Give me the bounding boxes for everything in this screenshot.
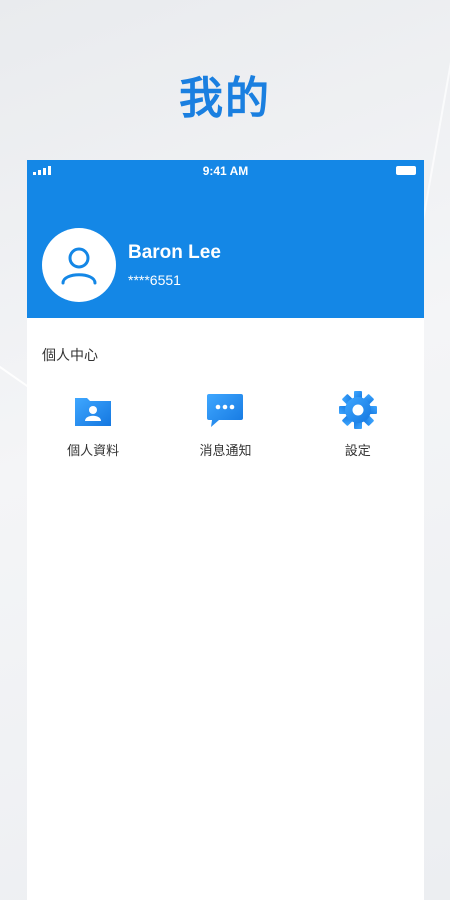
settings-button[interactable]: 設定 [292, 390, 424, 459]
battery-icon [396, 166, 416, 175]
message-bubble-icon [207, 394, 244, 427]
status-time: 9:41 AM [202, 164, 249, 178]
page-title: 我的 [179, 73, 271, 124]
user-icon [61, 247, 97, 285]
grid-item-label: 消息通知 [199, 444, 252, 459]
gear-icon [338, 391, 377, 429]
profile-folder-icon [75, 398, 112, 426]
user-name: Baron Lee [128, 242, 221, 263]
phone-screen: 9:41 AM Baron Lee ****6551 個人中心 個人資料 消息通… [27, 160, 424, 900]
avatar[interactable] [42, 228, 116, 302]
status-bar: 9:41 AM [27, 160, 424, 182]
section-title: 個人中心 [42, 348, 98, 364]
user-phone: ****6551 [128, 272, 181, 288]
personal-center-grid: 個人資料 消息通知 設定 [27, 390, 424, 459]
profile-header: 9:41 AM Baron Lee ****6551 [27, 160, 424, 318]
profile-info-button[interactable]: 個人資料 [27, 390, 159, 459]
grid-item-label: 設定 [344, 444, 371, 459]
message-notification-button[interactable]: 消息通知 [159, 390, 291, 459]
grid-item-label: 個人資料 [67, 444, 120, 459]
